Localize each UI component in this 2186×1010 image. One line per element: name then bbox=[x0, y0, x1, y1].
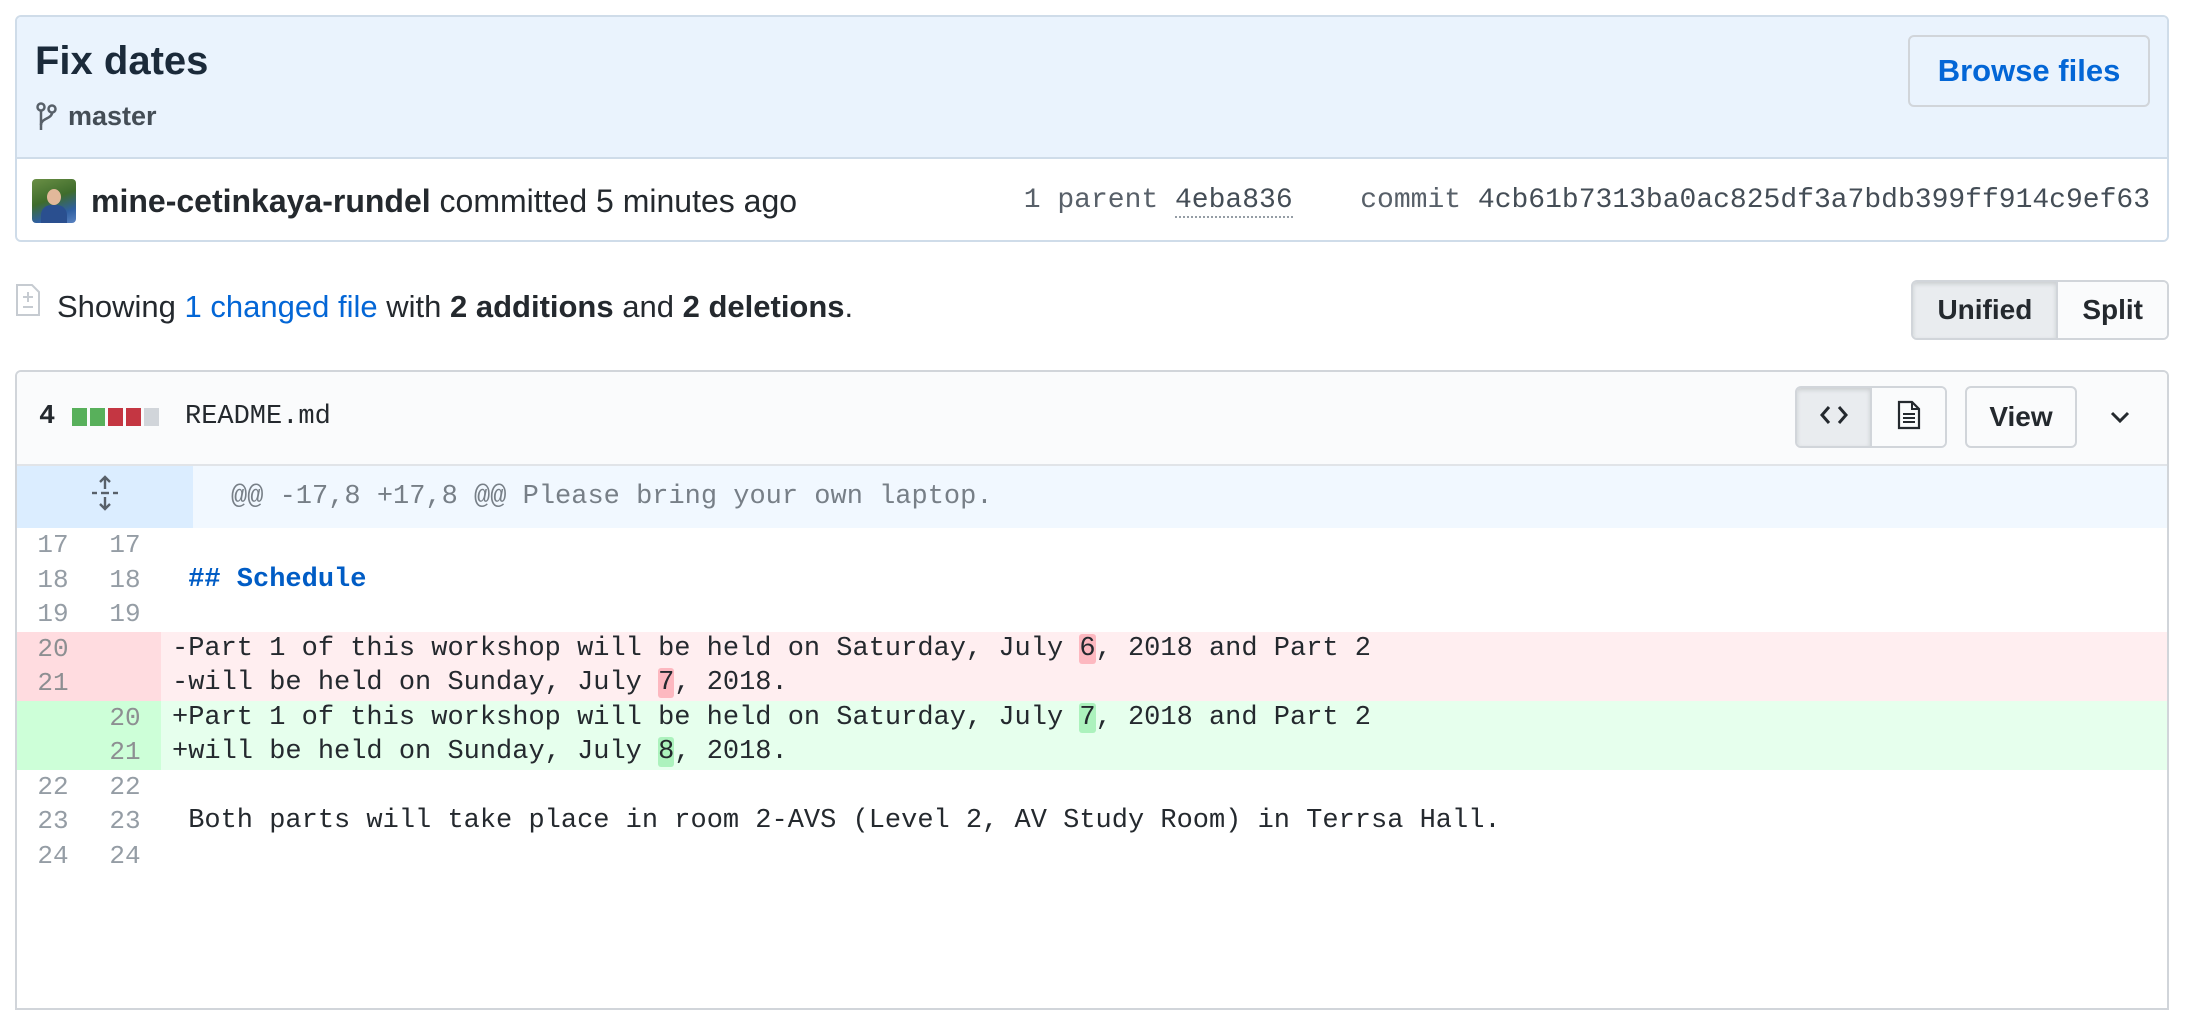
code-line: Both parts will take place in room 2-AVS… bbox=[160, 804, 2167, 839]
old-line-number[interactable]: 24 bbox=[17, 839, 89, 874]
parent-sha-link[interactable]: 4eba836 bbox=[1175, 185, 1293, 218]
old-line-number[interactable]: 22 bbox=[17, 770, 89, 805]
branch-name[interactable]: master bbox=[68, 101, 157, 132]
file-diff: 4 README.md View @@ -17,8 +17,8 @@ Pleas… bbox=[15, 370, 2169, 1010]
diff-summary-bar: Showing 1 changed file with 2 additions … bbox=[15, 280, 2169, 340]
deleted-line: 20 -Part 1 of this workshop will be held … bbox=[17, 631, 2167, 667]
code-text: -Part 1 of this workshop will be held on… bbox=[172, 633, 1080, 664]
code-line: -Part 1 of this workshop will be held on… bbox=[160, 632, 2167, 667]
file-actions: View bbox=[17, 386, 2167, 448]
code-text: , 2018 and Part 2 bbox=[1095, 702, 1372, 733]
file-icon bbox=[1897, 400, 1921, 435]
code-text: , 2018. bbox=[674, 737, 788, 768]
code-text: , 2018. bbox=[674, 668, 788, 699]
unfold-icon bbox=[88, 474, 122, 520]
rich-diff-button[interactable] bbox=[1872, 388, 1945, 446]
added-line: 21 +will be held on Sunday, July 8, 2018. bbox=[17, 735, 2167, 770]
changed-files-link[interactable]: 1 changed file bbox=[185, 289, 378, 324]
source-diff-button[interactable] bbox=[1797, 388, 1872, 446]
expand-button[interactable] bbox=[17, 466, 193, 528]
new-line-number[interactable]: 17 bbox=[89, 528, 161, 563]
code-line: +Part 1 of this workshop will be held on… bbox=[160, 701, 2167, 736]
new-line-number[interactable]: 18 bbox=[89, 563, 161, 598]
new-line-number[interactable]: 22 bbox=[89, 770, 161, 805]
author-line: mine-cetinkaya-rundel committed 5 minute… bbox=[91, 183, 797, 220]
deleted-line: 21 -will be held on Sunday, July 7, 2018. bbox=[17, 666, 2167, 701]
deletions-count: 2 deletions bbox=[682, 289, 845, 324]
context-line: 23 23 Both parts will take place in room … bbox=[17, 804, 2167, 839]
code-line: +will be held on Sunday, July 8, 2018. bbox=[160, 735, 2167, 770]
commit-title: Fix dates bbox=[35, 39, 209, 83]
git-branch-icon bbox=[34, 100, 58, 132]
split-button[interactable]: Split bbox=[2058, 282, 2167, 338]
code-text: Both parts will take place in room 2-AVS… bbox=[188, 806, 1501, 837]
changed-word-highlight: 6 bbox=[1079, 633, 1096, 664]
context-line: 19 19 bbox=[17, 597, 2167, 632]
code-text: ## Schedule bbox=[188, 564, 367, 595]
code-line: -will be held on Sunday, July 7, 2018. bbox=[160, 666, 2167, 701]
commit-meta-row: mine-cetinkaya-rundel committed 5 minute… bbox=[17, 159, 2167, 240]
code-text: +will be held on Sunday, July bbox=[172, 737, 659, 768]
commit-meta: 1 parent 4eba836 commit 4cb61b7313ba0ac8… bbox=[1023, 185, 2150, 218]
unified-button[interactable]: Unified bbox=[1913, 282, 2059, 338]
context-line: 22 22 bbox=[17, 770, 2167, 805]
diff-rows: 17 17 18 18 ## Schedule 19 19 20 -Part 1 of t… bbox=[17, 528, 2167, 873]
diff-view-toggle: Unified Split bbox=[1911, 280, 2169, 340]
code-line: ## Schedule bbox=[160, 563, 2167, 598]
new-line-number[interactable]: 23 bbox=[89, 804, 161, 839]
new-line-number[interactable]: 19 bbox=[89, 597, 161, 632]
new-line-number[interactable] bbox=[89, 631, 161, 666]
code-icon bbox=[1819, 404, 1849, 431]
old-line-number[interactable]: 23 bbox=[17, 804, 89, 839]
display-mode-group bbox=[1795, 386, 1947, 448]
commit-title-area: Fix dates master Browse files bbox=[17, 17, 2167, 159]
branch-row: master bbox=[34, 100, 157, 132]
code-text: +Part 1 of this workshop will be held on… bbox=[172, 702, 1080, 733]
chevron-down-icon[interactable] bbox=[2103, 400, 2137, 434]
commit-label: commit bbox=[1360, 185, 1462, 216]
committed-text: committed 5 minutes ago bbox=[439, 183, 798, 219]
diff-summary-text: Showing 1 changed file with 2 additions … bbox=[57, 289, 854, 324]
changed-word-highlight: 7 bbox=[1079, 702, 1096, 733]
hunk-header-row: @@ -17,8 +17,8 @@ Please bring your own … bbox=[17, 466, 2167, 528]
context-line: 17 17 bbox=[17, 528, 2167, 563]
changed-word-highlight: 7 bbox=[658, 668, 675, 699]
added-line: 20 +Part 1 of this workshop will be held … bbox=[17, 700, 2167, 736]
parent-label: 1 parent bbox=[1023, 185, 1159, 216]
commit-sha: 4cb61b7313ba0ac825df3a7bdb399ff914c9ef63 bbox=[1477, 185, 2150, 216]
hunk-header-text: @@ -17,8 +17,8 @@ Please bring your own … bbox=[231, 482, 993, 512]
old-line-number[interactable]: 20 bbox=[17, 631, 89, 666]
old-line-number[interactable]: 21 bbox=[17, 666, 89, 701]
new-line-number[interactable]: 24 bbox=[89, 839, 161, 874]
new-line-number[interactable] bbox=[89, 666, 161, 701]
file-diff-icon bbox=[15, 283, 41, 317]
old-line-number[interactable]: 19 bbox=[17, 597, 89, 632]
author-link[interactable]: mine-cetinkaya-rundel bbox=[91, 183, 431, 219]
new-line-number[interactable]: 20 bbox=[89, 700, 161, 735]
context-line: 18 18 ## Schedule bbox=[17, 563, 2167, 598]
changed-word-highlight: 8 bbox=[658, 737, 675, 768]
old-line-number[interactable] bbox=[17, 735, 89, 770]
old-line-number[interactable]: 17 bbox=[17, 528, 89, 563]
new-line-number[interactable]: 21 bbox=[89, 735, 161, 770]
additions-count: 2 additions bbox=[449, 289, 614, 324]
view-file-button[interactable]: View bbox=[1965, 386, 2077, 448]
code-text: , 2018 and Part 2 bbox=[1095, 633, 1372, 664]
avatar[interactable] bbox=[32, 179, 76, 223]
old-line-number[interactable]: 18 bbox=[17, 563, 89, 598]
file-header: 4 README.md View bbox=[17, 372, 2167, 466]
code-text: -will be held on Sunday, July bbox=[172, 668, 659, 699]
browse-files-button[interactable]: Browse files bbox=[1908, 35, 2150, 107]
commit-header: Fix dates master Browse files mine-cetin… bbox=[15, 15, 2169, 242]
old-line-number[interactable] bbox=[17, 700, 89, 735]
diff-table: @@ -17,8 +17,8 @@ Please bring your own … bbox=[17, 466, 2167, 873]
context-line: 24 24 bbox=[17, 839, 2167, 874]
